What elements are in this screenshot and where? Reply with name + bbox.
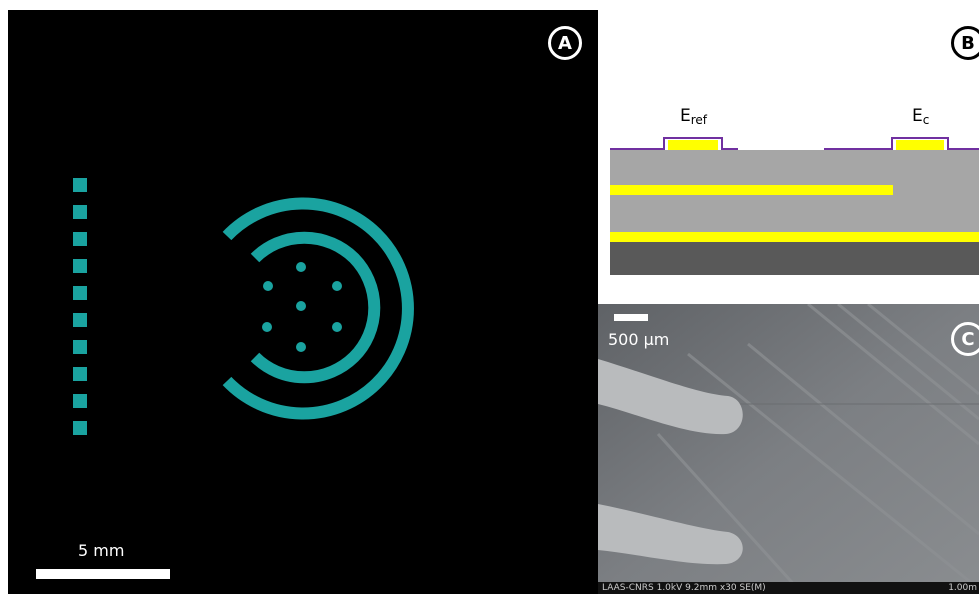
microelectrode-dot <box>296 342 306 352</box>
contact-pad <box>73 259 87 273</box>
sem-info-text: LAAS-CNRS 1.0kV 9.2mm x30 SE(M) <box>602 583 766 593</box>
contact-pad <box>73 232 87 246</box>
cross-section-diagram <box>610 137 979 275</box>
scale-bar-label: 5 mm <box>78 541 125 560</box>
electrode-ref-metal <box>668 140 718 150</box>
panel-c: 500 µm C LAAS-CNRS 1.0kV 9.2mm x30 SE(M)… <box>598 304 979 594</box>
scale-bar <box>36 569 170 579</box>
microelectrode-dots <box>262 262 342 352</box>
electrode-c-metal <box>896 140 944 150</box>
panel-label-c: C <box>951 322 979 356</box>
electrode-c-label: Ec <box>908 106 934 130</box>
base-layer <box>610 242 979 275</box>
electrode-pattern <box>73 178 414 435</box>
microelectrode-dot <box>262 322 272 332</box>
contact-pad <box>73 340 87 354</box>
electrode-ref-label: Eref <box>676 106 712 130</box>
buried-metal-line-1 <box>610 185 893 195</box>
panel-b: Eref Ec B <box>598 10 979 304</box>
microelectrode-dot <box>296 262 306 272</box>
microelectrode-dot <box>263 281 273 291</box>
microelectrode-dot <box>332 322 342 332</box>
sem-info-bar: LAAS-CNRS 1.0kV 9.2mm x30 SE(M) 1.00m <box>598 582 979 594</box>
panel-a: A 5 mm <box>8 10 598 594</box>
contact-pad <box>73 367 87 381</box>
scale-bar <box>614 314 648 321</box>
sem-length-text: 1.00m <box>948 583 977 593</box>
contact-pads <box>73 178 87 435</box>
contact-pad <box>73 421 87 435</box>
contact-pad <box>73 394 87 408</box>
panel-label-b: B <box>951 26 979 60</box>
microelectrode-dot <box>296 301 306 311</box>
contact-pad <box>73 205 87 219</box>
contact-pad <box>73 286 87 300</box>
contact-pad <box>73 178 87 192</box>
inner-arc-electrode <box>250 231 381 384</box>
contact-pad <box>73 313 87 327</box>
panel-label-a: A <box>548 26 582 60</box>
microelectrode-dot <box>332 281 342 291</box>
scale-bar-label: 500 µm <box>608 330 670 349</box>
buried-metal-line-2 <box>610 232 979 242</box>
